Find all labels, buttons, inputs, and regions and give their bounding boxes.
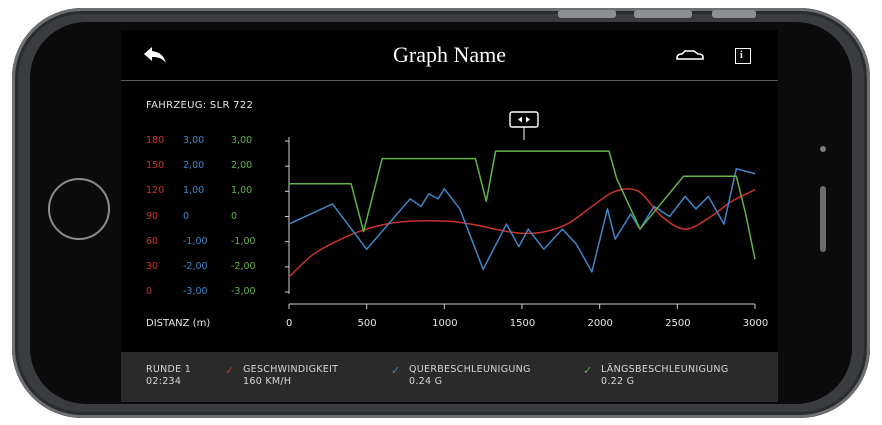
longitudinal-legend[interactable]: LÄNGSBESCHLEUNIGUNG 0.22 G [601,364,728,388]
x-axis-label: DISTANZ (m) [146,318,211,329]
volume-button [634,10,692,18]
lap-time: 02:234 [146,376,182,387]
lateral-legend-value: 0.24 G [409,376,443,387]
lap-info-bar: RUNDE 1 02:234 ✓ GESCHWINDIGKEIT 160 KM/… [121,352,778,402]
app-screen: Graph Name i FAHRZEUG: SLR 722 180 150 120… [121,30,778,402]
home-button[interactable] [48,178,110,240]
lateral-check-icon[interactable]: ✓ [391,364,400,377]
x-tick-label: 2000 [587,318,613,329]
lateral-legend[interactable]: QUERBESCHLEUNIGUNG 0.24 G [409,364,531,388]
lateral-series-line [288,167,756,273]
lap-number: RUNDE 1 [146,364,192,375]
speed-series-line [288,188,756,278]
x-tick-label: 2500 [665,318,691,329]
power-button [712,10,756,18]
speaker-grille [820,186,826,252]
x-tick-label: 500 [357,318,377,329]
speed-legend[interactable]: GESCHWINDIGKEIT 160 KM/H [243,364,338,388]
speed-check-icon[interactable]: ✓ [225,364,234,377]
x-axis: DISTANZ (m) 0 500 1000 1500 2000 2500 3000 [121,318,778,332]
longitudinal-series-line [289,150,756,260]
scrubber-handle-icon [509,111,539,128]
x-tick-label: 1500 [509,318,536,329]
longitudinal-check-icon[interactable]: ✓ [583,364,592,377]
front-camera [820,146,826,152]
speed-legend-label: GESCHWINDIGKEIT [243,364,339,375]
x-tick-label: 3000 [742,318,769,329]
volume-button [558,10,616,18]
telemetry-chart[interactable] [121,30,778,330]
lap-block: RUNDE 1 02:234 [146,364,191,388]
x-tick-label: 0 [285,318,293,329]
x-tick-label: 1000 [432,318,458,329]
longitudinal-legend-label: LÄNGSBESCHLEUNIGUNG [601,364,729,375]
speed-legend-value: 160 KM/H [243,376,292,387]
lateral-legend-label: QUERBESCHLEUNIGUNG [409,364,531,375]
longitudinal-legend-value: 0.22 G [601,376,635,387]
